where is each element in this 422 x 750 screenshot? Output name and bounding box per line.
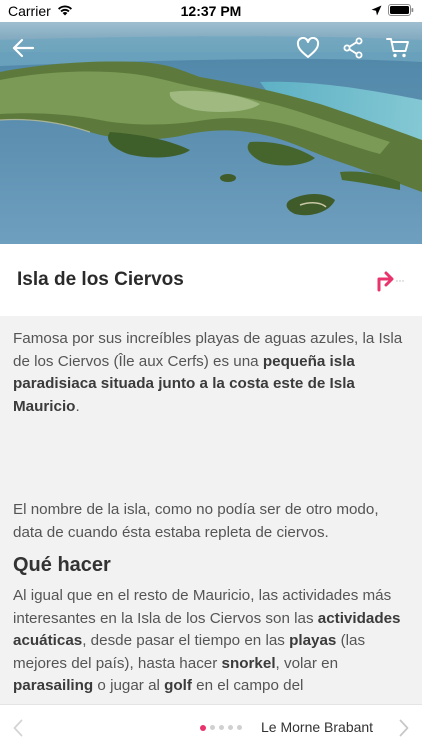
chevron-left-icon <box>13 719 23 737</box>
page-dot-active <box>200 724 206 731</box>
page-indicator <box>200 724 242 731</box>
share-button[interactable] <box>337 32 369 64</box>
previous-button[interactable] <box>8 715 28 741</box>
cart-button[interactable] <box>382 32 414 64</box>
page-dot <box>210 725 215 730</box>
status-right <box>371 3 414 19</box>
activities-text-6: en el campo del <box>191 677 304 694</box>
activities-highlight-parasailing: parasailing <box>13 677 94 694</box>
activities-highlight-golf: golf <box>164 677 192 694</box>
activities-highlight-snorkel: snorkel <box>221 654 276 672</box>
directions-arrow-icon <box>377 271 404 292</box>
activities-highlight-beaches: playas <box>289 632 337 649</box>
page-dot <box>237 725 242 730</box>
page-dot <box>219 725 224 730</box>
battery-icon <box>388 3 414 19</box>
next-button[interactable] <box>394 715 414 741</box>
page-dot <box>228 725 233 730</box>
arrow-left-icon <box>12 38 35 58</box>
section-title-what-to-do: Qué hacer <box>13 554 111 576</box>
chevron-right-icon <box>399 719 409 737</box>
page-title: Isla de los Ciervos <box>17 269 184 290</box>
intro-end: . <box>75 397 80 415</box>
next-place-label[interactable]: Le Morne Brabant <box>261 719 373 735</box>
activities-text-5: o jugar al <box>93 677 165 694</box>
status-left: Carrier <box>8 3 73 19</box>
favorite-button[interactable] <box>292 32 324 64</box>
carrier-label: Carrier <box>8 3 51 19</box>
back-button[interactable] <box>7 32 39 64</box>
activities-text-4: , volar en <box>275 654 339 672</box>
wifi-icon <box>57 3 73 19</box>
hero-image <box>0 22 422 244</box>
cart-icon <box>386 38 409 58</box>
status-bar: Carrier 12:37 PM <box>0 0 422 22</box>
share-icon <box>343 37 363 59</box>
activities-text-2: , desde pasar el tiempo en las <box>82 632 290 649</box>
intro-paragraph: Famosa por sus increíbles playas de agua… <box>13 328 409 418</box>
title-bar: Isla de los Ciervos <box>0 244 422 316</box>
description-content: Famosa por sus increíbles playas de agua… <box>0 316 422 704</box>
activities-paragraph: Al igual que en el resto de Mauricio, la… <box>13 585 409 698</box>
heart-icon <box>296 37 320 58</box>
directions-button[interactable] <box>365 260 405 300</box>
name-paragraph: El nombre de la isla, como no podía ser … <box>13 501 379 541</box>
location-arrow-icon <box>371 3 382 19</box>
bottom-navigation: Le Morne Brabant <box>0 704 422 750</box>
